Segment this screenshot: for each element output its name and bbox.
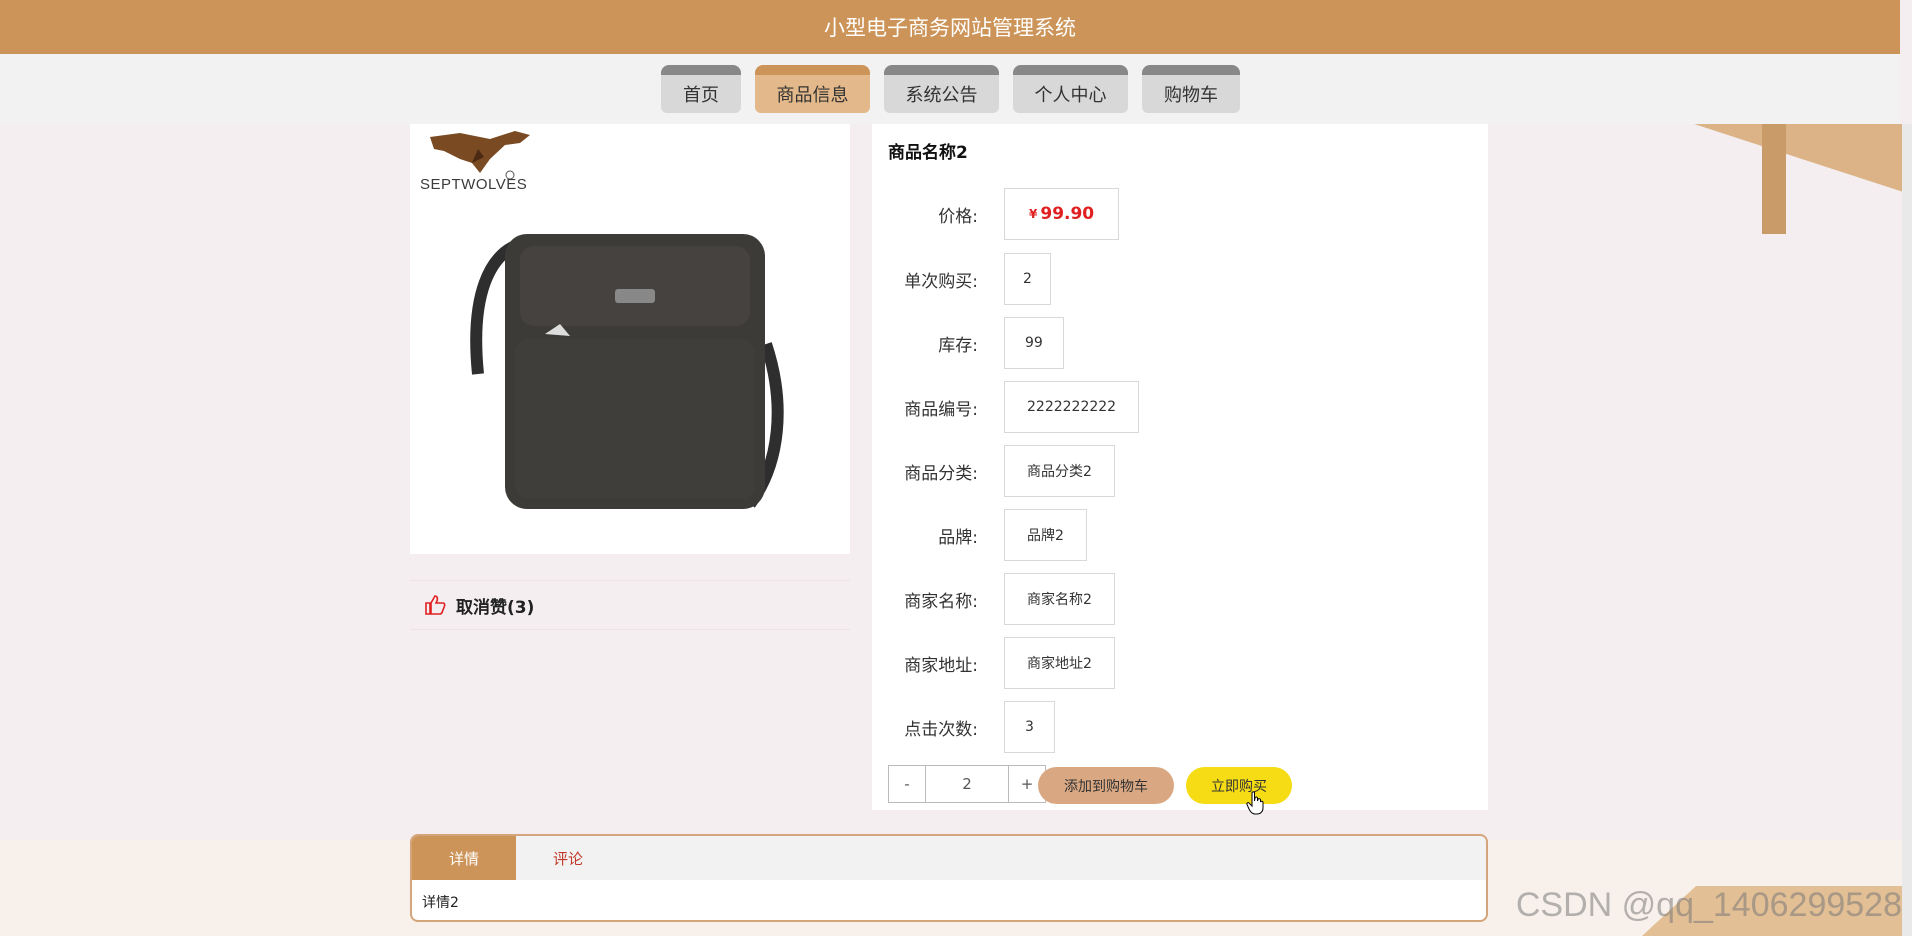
tab-content: 详情2 [422,895,459,911]
category-field: 商品分类: 商品分类2 [872,445,1115,497]
stock-field: 库存: 99 [872,317,1064,369]
quantity-input[interactable]: 2 [925,766,1009,802]
category-value: 商品分类2 [1004,445,1115,497]
product-name: 商品名称2 [888,143,968,163]
price-amount: 99.90 [1040,204,1095,224]
merchant-address-field: 商家地址: 商家地址2 [872,637,1115,689]
nav-item-products[interactable]: 商品信息 [755,65,870,113]
product-image: SEPTWOLVES [410,124,850,554]
tab-comments[interactable]: 评论 [516,836,620,880]
brand-value: 品牌2 [1004,509,1087,561]
page-scrollbar[interactable] [1902,124,1912,936]
price-value: ¥ 99.90 [1004,188,1120,240]
brand-label: 品牌: [938,527,978,548]
product-info-panel: 商品名称2 价格: ¥ 99.90 单次购买: 2 库存: 99 商品编号: 2… [872,124,1488,810]
tab-details[interactable]: 详情 [412,836,516,880]
price-field: 价格: ¥ 99.90 [872,188,1120,240]
thumbs-up-icon [425,595,446,615]
category-label: 商品分类: [904,463,978,484]
clicks-value: 3 [1004,701,1055,753]
nav-item-announcements[interactable]: 系统公告 [884,65,999,113]
merchant-address-value: 商家地址2 [1004,637,1115,689]
brand-field: 品牌: 品牌2 [872,509,1087,561]
nav-item-home[interactable]: 首页 [661,65,741,113]
code-value: 2222222222 [1004,381,1140,433]
quantity-stepper: - 2 + [888,765,1046,803]
clicks-field: 点击次数: 3 [872,701,1055,753]
background-decoration [1492,124,1912,244]
single-purchase-label: 单次购买: [904,271,978,292]
nav-item-personal-center[interactable]: 个人中心 [1013,65,1128,113]
single-purchase-field: 单次购买: 2 [872,253,1051,305]
stock-value: 99 [1004,317,1064,369]
merchant-name-value: 商家名称2 [1004,573,1115,625]
bag-icon [470,234,784,509]
site-title: 小型电子商务网站管理系统 [824,16,1076,40]
detail-tabs: 详情 评论 详情2 [410,834,1488,922]
stock-label: 库存: [938,335,978,356]
quantity-decrease-button[interactable]: - [889,766,925,802]
nav-item-cart[interactable]: 购物车 [1142,65,1240,113]
merchant-name-field: 商家名称: 商家名称2 [872,573,1115,625]
single-purchase-value: 2 [1004,253,1051,305]
clicks-label: 点击次数: [904,719,978,740]
site-header: 小型电子商务网站管理系统 [0,0,1900,54]
like-label: 取消赞(3) [456,597,535,618]
main-nav: 首页 商品信息 系统公告 个人中心 购物车 [661,65,1240,113]
hand-cursor-icon [1246,791,1264,815]
watermark: CSDN @qq_1406299528 [1515,886,1902,924]
code-label: 商品编号: [904,399,978,420]
currency-symbol: ¥ [1029,207,1038,221]
merchant-address-label: 商家地址: [904,655,978,676]
add-to-cart-button[interactable]: 添加到购物车 [1038,767,1174,804]
price-label: 价格: [938,206,978,227]
like-toggle[interactable]: 取消赞(3) [410,580,850,630]
code-field: 商品编号: 2222222222 [872,381,1140,433]
buy-now-button[interactable]: 立即购买 [1186,767,1292,804]
merchant-name-label: 商家名称: [904,591,978,612]
tab-bar: 详情 评论 [412,836,1486,880]
